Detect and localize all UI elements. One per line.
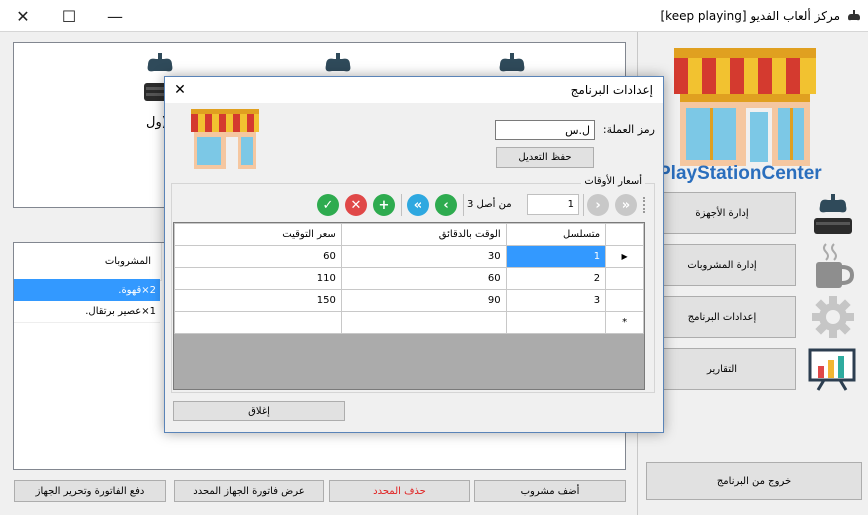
show-invoice-button[interactable]: عرض فاتورة الجهاز المحدد [174, 480, 324, 502]
cell-price[interactable]: 150 [174, 289, 342, 312]
program-settings-button[interactable]: إعدادات البرنامج [648, 296, 796, 338]
last-record-button[interactable]: » [615, 194, 637, 216]
delete-record-button[interactable]: ✕ [345, 194, 367, 216]
save-record-button[interactable]: ✓ [317, 194, 339, 216]
row-header[interactable] [605, 267, 644, 290]
cell-serial-selected[interactable]: 1 [505, 245, 607, 268]
cell-price-new[interactable] [174, 311, 342, 334]
row-header[interactable] [605, 289, 644, 312]
column-header-price[interactable]: سعر التوقيت [174, 223, 342, 246]
grid-row[interactable]: 110 60 2 [174, 267, 644, 290]
save-changes-button[interactable]: حفظ التعديل [496, 147, 594, 168]
devices-management-button[interactable]: إدارة الأجهزة [648, 192, 796, 234]
exit-program-button[interactable]: خروج من البرنامج [646, 462, 862, 500]
dialog-close-button[interactable]: ✕ [169, 80, 191, 100]
drinks-list-row[interactable]: 1×عصير برتقال. [14, 301, 160, 323]
delete-selected-button[interactable]: حذف المحدد [329, 480, 470, 502]
records-count-label: من أصل 3 [467, 199, 512, 210]
cell-minutes[interactable]: 60 [340, 267, 507, 290]
minimize-window-button[interactable]: — [92, 0, 138, 32]
cell-serial[interactable]: 3 [505, 289, 607, 312]
currency-label: رمز العملة: [602, 123, 655, 136]
grid-table: سعر التوقيت الوقت بالدقائق متسلسل 60 30 … [174, 223, 644, 334]
toolbar-grip [643, 197, 646, 213]
gamepad-icon [814, 194, 852, 234]
close-window-button[interactable]: ✕ [0, 0, 46, 32]
dialog-close-footer-button[interactable]: إغلاق [173, 401, 345, 421]
chart-board-icon [808, 348, 856, 391]
maximize-window-button[interactable]: ☐ [46, 0, 92, 32]
cell-minutes[interactable]: 30 [340, 245, 507, 268]
current-row-indicator[interactable]: ▶ [605, 245, 644, 268]
coffee-cup-icon [816, 243, 854, 288]
new-row-indicator[interactable]: * [605, 311, 644, 334]
window-title: مركز ألعاب الفديو [keep playing] [660, 9, 840, 23]
currency-input[interactable]: ل.س [495, 120, 595, 140]
next-record-button[interactable]: › [587, 194, 609, 216]
store-logo-icon [674, 48, 816, 166]
pay-invoice-button[interactable]: دفع الفاتورة وتحرير الجهاز [14, 480, 166, 502]
toolbar-separator [401, 194, 402, 216]
toolbar-separator [463, 194, 464, 216]
first-record-button[interactable]: « [407, 194, 429, 216]
drinks-list-header[interactable]: المشروبات [14, 243, 162, 281]
column-header-minutes[interactable]: الوقت بالدقائق [340, 223, 507, 246]
title-bar: ✕ ☐ — مركز ألعاب الفديو [keep playing] [0, 0, 868, 32]
grid-header-row: سعر التوقيت الوقت بالدقائق متسلسل [174, 223, 644, 246]
dialog-title-bar: ✕ إعدادات البرنامج [165, 77, 663, 103]
drinks-list-row-selected[interactable]: 2×قهوة. [14, 279, 160, 301]
add-drink-button[interactable]: أضف مشروب [474, 480, 626, 502]
toolbar-separator [583, 194, 584, 216]
previous-record-button[interactable]: ‹ [435, 194, 457, 216]
record-position-input[interactable]: 1 [527, 194, 579, 215]
column-header-serial[interactable]: متسلسل [505, 223, 607, 246]
add-record-button[interactable]: + [373, 194, 395, 216]
device-gamepad-icon[interactable] [318, 53, 358, 77]
gear-icon [812, 296, 854, 338]
time-prices-grid[interactable]: سعر التوقيت الوقت بالدقائق متسلسل 60 30 … [173, 222, 645, 390]
cell-price[interactable]: 110 [174, 267, 342, 290]
cell-serial-new[interactable] [505, 311, 607, 334]
time-prices-group-title: أسعار الأوقات [581, 176, 645, 187]
grid-row[interactable]: 60 30 1 ▶ [174, 245, 644, 268]
brand-title: PlayStationCenter [658, 163, 822, 184]
cell-minutes[interactable]: 90 [340, 289, 507, 312]
dialog-title: إعدادات البرنامج [570, 83, 653, 97]
drinks-management-button[interactable]: إدارة المشروبات [648, 244, 796, 286]
cell-serial[interactable]: 2 [505, 267, 607, 290]
store-icon [191, 109, 259, 169]
app-gamepad-icon [848, 10, 860, 21]
records-navigator: ✓ ✕ + « ‹ من أصل 3 1 › » [173, 191, 651, 219]
grid-row[interactable]: 150 90 3 [174, 289, 644, 312]
device-gamepad-icon[interactable] [492, 53, 532, 77]
cell-price[interactable]: 60 [174, 245, 342, 268]
settings-dialog: ✕ إعدادات البرنامج رمز العملة: ل.س حفظ ا… [164, 76, 664, 433]
cell-minutes-new[interactable] [340, 311, 507, 334]
sidebar: PlayStationCenter إدارة الأجهزة إدارة ال… [638, 32, 868, 515]
reports-button[interactable]: التقارير [648, 348, 796, 390]
row-header-corner [605, 223, 644, 246]
grid-new-row[interactable]: * [174, 311, 644, 334]
